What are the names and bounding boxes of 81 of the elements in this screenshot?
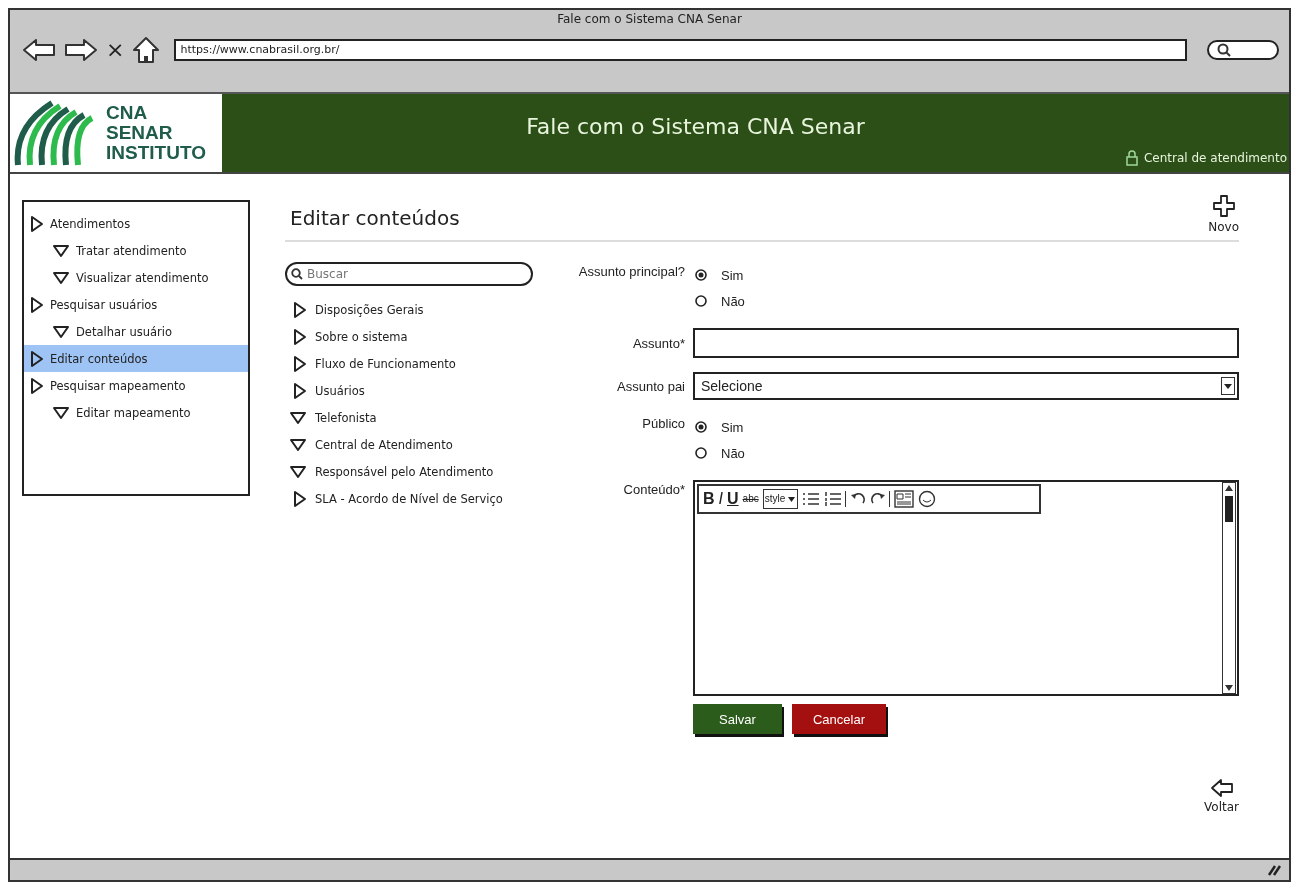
- tree-item[interactable]: Tratar atendimento: [24, 237, 248, 264]
- collapsed-icon: [293, 381, 307, 400]
- expanded-icon: [289, 410, 307, 425]
- expanded-icon: [289, 437, 307, 452]
- topic-item[interactable]: Central de Atendimento: [285, 431, 545, 458]
- collapsed-icon: [30, 349, 44, 368]
- address-bar[interactable]: https://www.cnabrasil.org.br/: [174, 39, 1187, 61]
- lock-icon: [1125, 150, 1138, 166]
- service-link-text[interactable]: Central de atendimento: [1143, 151, 1287, 165]
- logo-word: CNA: [106, 103, 149, 123]
- expanded-icon: [52, 405, 70, 420]
- tree-item[interactable]: Editar conteúdos: [24, 345, 248, 372]
- search-field[interactable]: [1207, 40, 1279, 60]
- expanded-icon: [52, 270, 70, 285]
- expanded-icon: [52, 243, 70, 258]
- search-field[interactable]: Buscar: [285, 262, 533, 286]
- site-title: Fale com o Sistema CNA Senar: [526, 114, 865, 139]
- stop-button[interactable]: ×: [106, 38, 125, 62]
- italic-button[interactable]: I: [718, 490, 723, 508]
- scrollbar-icon: [1222, 482, 1236, 694]
- radio-option[interactable]: Não: [693, 440, 1239, 466]
- topic-item[interactable]: Fluxo de Funcionamento: [285, 350, 545, 377]
- topic-item[interactable]: Responsável pelo Atendimento: [285, 458, 545, 485]
- back-icon[interactable]: [22, 37, 56, 63]
- rich-text-editor[interactable]: B I U abc style: [693, 480, 1239, 696]
- collapsed-icon: [293, 300, 307, 319]
- field-label: Conteúdo*: [622, 481, 685, 497]
- page-title: Editar conteúdos: [289, 206, 460, 232]
- save-button[interactable]: Salvar: [693, 704, 782, 734]
- expanded-icon: [289, 464, 307, 479]
- numbered-list-icon[interactable]: [824, 491, 847, 507]
- dropdown[interactable]: Selecione: [693, 372, 1239, 400]
- bold-button[interactable]: B: [703, 490, 715, 508]
- field-label: Assunto principal?: [577, 263, 685, 279]
- topic-item[interactable]: Sobre o sistema: [285, 323, 545, 350]
- window-title: Fale com o Sistema CNA Senar: [556, 11, 743, 28]
- resize-grip-icon: [1267, 864, 1281, 876]
- tree-item[interactable]: Pesquisar usuários: [24, 291, 248, 318]
- search-icon: [1217, 43, 1231, 57]
- logo-word: INSTITUTO: [106, 143, 206, 163]
- tree-item[interactable]: Detalhar usuário: [24, 318, 248, 345]
- collapsed-icon: [293, 489, 307, 508]
- topic-item[interactable]: SLA - Acordo de Nível de Serviço: [285, 485, 545, 512]
- logo-word: SENAR: [106, 123, 174, 143]
- plus-icon: [1211, 194, 1236, 218]
- collapsed-icon: [293, 327, 307, 346]
- caret-icon: [1221, 377, 1235, 395]
- expanded-icon: [52, 324, 70, 339]
- radio-option[interactable]: Sim: [693, 262, 1239, 288]
- tree-item[interactable]: Editar mapeamento: [24, 399, 248, 426]
- new-button[interactable]: Novo: [1208, 194, 1239, 234]
- back-button[interactable]: Voltar: [1204, 778, 1239, 814]
- redo-icon[interactable]: [870, 491, 891, 507]
- smiley-icon[interactable]: [918, 490, 937, 508]
- radio-option[interactable]: Sim: [693, 414, 1239, 440]
- topic-item[interactable]: Usuários: [285, 377, 545, 404]
- collapsed-icon: [30, 295, 44, 314]
- strikethrough-button[interactable]: abc: [742, 490, 759, 508]
- bullet-list-icon[interactable]: [802, 491, 821, 507]
- service-link[interactable]: Central de atendimento: [1125, 150, 1287, 166]
- forward-icon[interactable]: [64, 37, 98, 63]
- back-arrow-icon: [1209, 778, 1234, 798]
- image-icon[interactable]: [894, 490, 915, 508]
- collapsed-icon: [293, 354, 307, 373]
- underline-button[interactable]: U: [727, 490, 739, 508]
- home-icon[interactable]: [132, 36, 161, 64]
- style-dropdown[interactable]: style: [762, 489, 799, 509]
- radio-option[interactable]: Não: [693, 288, 1239, 314]
- collapsed-icon: [30, 376, 44, 395]
- tree-item[interactable]: Visualizar atendimento: [24, 264, 248, 291]
- field-label: Assunto*: [631, 335, 685, 351]
- collapsed-icon: [30, 214, 44, 233]
- field-label: Assunto pai: [616, 378, 685, 394]
- topic-item[interactable]: Telefonista: [285, 404, 545, 431]
- topic-item[interactable]: Disposições Gerais: [285, 296, 545, 323]
- text-field[interactable]: [693, 328, 1239, 358]
- tree-item[interactable]: Atendimentos: [24, 210, 248, 237]
- cancel-button[interactable]: Cancelar: [792, 704, 886, 734]
- search-icon: [291, 268, 303, 280]
- tree-item[interactable]: Pesquisar mapeamento: [24, 372, 248, 399]
- field-label: Público: [641, 415, 685, 431]
